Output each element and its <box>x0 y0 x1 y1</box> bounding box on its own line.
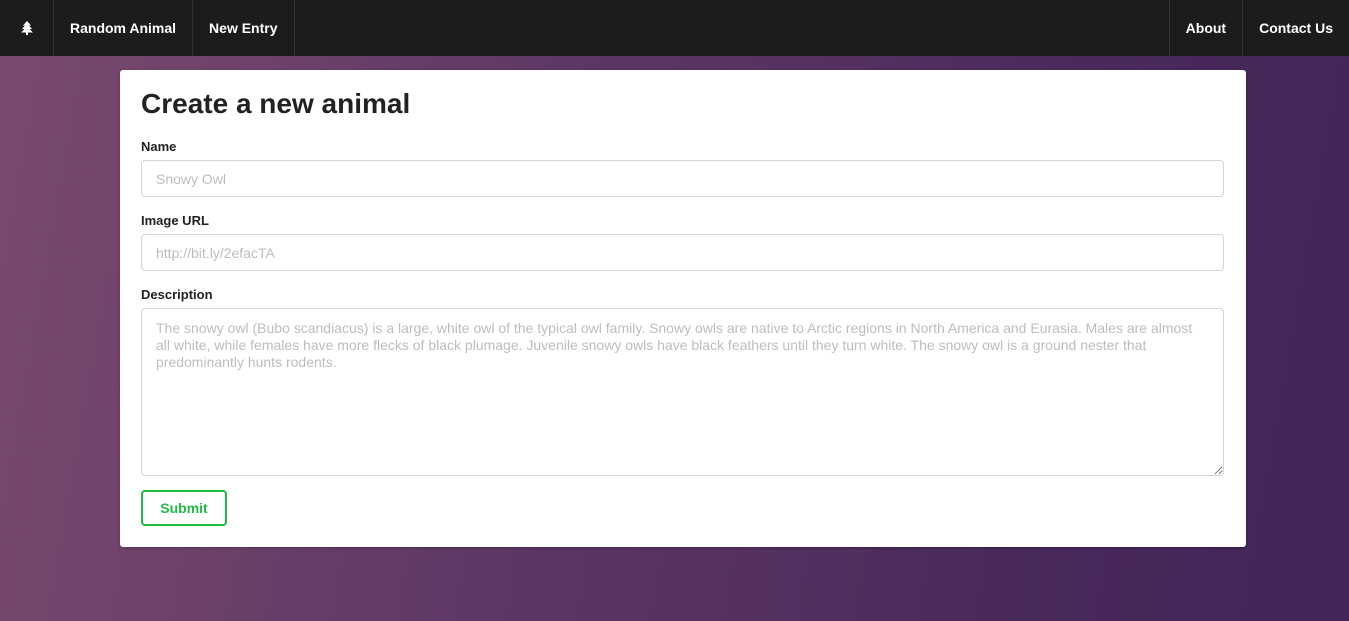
nav-contact-us[interactable]: Contact Us <box>1242 0 1349 56</box>
submit-button[interactable]: Submit <box>141 490 227 526</box>
tree-icon <box>20 21 33 35</box>
description-label: Description <box>141 287 213 302</box>
nav-random-animal[interactable]: Random Animal <box>54 0 194 56</box>
navbar-left-group: Random Animal New Entry <box>0 0 295 56</box>
description-textarea[interactable] <box>141 308 1224 476</box>
create-animal-form-card: Create a new animal Name Image URL Descr… <box>120 70 1246 547</box>
name-label: Name <box>141 139 177 154</box>
image-url-input[interactable] <box>141 234 1224 271</box>
name-input[interactable] <box>141 160 1224 197</box>
top-navbar: Random Animal New Entry About Contact Us <box>0 0 1349 56</box>
page-title: Create a new animal <box>141 88 411 119</box>
home-logo-link[interactable] <box>0 0 54 56</box>
image-url-label: Image URL <box>141 213 209 228</box>
navbar-right-group: About Contact Us <box>1168 0 1349 56</box>
nav-new-entry[interactable]: New Entry <box>193 0 295 56</box>
nav-about[interactable]: About <box>1168 0 1242 56</box>
